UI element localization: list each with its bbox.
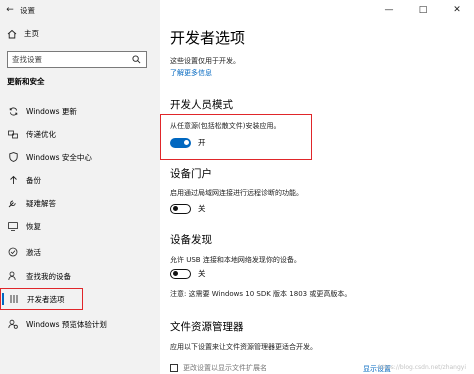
device-portal-toggle[interactable]: [170, 203, 191, 214]
app-title: 设置: [20, 5, 35, 15]
sidebar-item-label: Windows 安全中心: [26, 152, 92, 162]
sidebar-item-activation[interactable]: 激活: [0, 241, 160, 263]
delivery-icon: [8, 129, 18, 139]
watermark: https://blog.csdn.net/zhangyi: [378, 364, 466, 371]
file-extension-checkbox-row[interactable]: 更改设置以显示文件扩展名: [170, 363, 267, 373]
sidebar-item-find-my-device[interactable]: 查找我的设备: [0, 265, 160, 287]
sidebar-item-developer-options[interactable]: 开发者选项: [0, 288, 83, 310]
search-icon[interactable]: [132, 55, 141, 66]
person-location-icon: [8, 271, 18, 281]
minimize-button[interactable]: —: [372, 0, 406, 20]
developer-mode-toggle[interactable]: [170, 137, 191, 148]
title-bar: ← 设置 — □ ✕: [0, 0, 474, 20]
developer-mode-state: 开: [198, 138, 206, 147]
file-extension-checkbox[interactable]: [170, 364, 178, 372]
sidebar-item-label: 备份: [26, 175, 41, 185]
main-content: 开发者选项 这些设置仅用于开发。 了解更多信息 开发人员模式 从任意源(包括松散…: [160, 0, 474, 374]
window-controls: — □ ✕: [372, 0, 474, 20]
device-portal-title: 设备门户: [170, 168, 212, 180]
device-discovery-toggle-row: 关: [170, 268, 206, 279]
device-discovery-description: 允许 USB 连接和本地网络发现你的设备。: [170, 256, 301, 264]
sidebar-item-delivery-optimization[interactable]: 传递优化: [0, 123, 160, 145]
device-discovery-note: 注意: 这需要 Windows 10 SDK 版本 1803 或更高版本。: [170, 290, 352, 298]
shield-icon: [8, 152, 18, 162]
sidebar-item-label: 开发者选项: [27, 294, 65, 304]
wrench-icon: [8, 198, 18, 208]
sidebar-item-troubleshoot[interactable]: 疑难解答: [0, 192, 160, 214]
developer-mode-title: 开发人员模式: [170, 99, 233, 111]
sidebar-item-label: 查找我的设备: [26, 271, 71, 281]
sidebar-item-label: 恢复: [26, 221, 41, 231]
sidebar-item-label: 激活: [26, 247, 41, 257]
developer-mode-toggle-row: 开: [170, 137, 206, 148]
home-icon: [7, 29, 17, 39]
learn-more-link[interactable]: 了解更多信息: [170, 68, 212, 78]
sidebar-item-recovery[interactable]: 恢复: [0, 215, 160, 237]
device-portal-toggle-row: 关: [170, 203, 206, 214]
sidebar-item-label: 传递优化: [26, 129, 56, 139]
search-box[interactable]: [7, 51, 147, 68]
device-portal-description: 启用通过局域网连接进行远程诊断的功能。: [170, 189, 303, 197]
insider-icon: [8, 319, 18, 329]
backup-icon: [8, 175, 18, 185]
sidebar-item-label: Windows 预览体验计划: [26, 319, 107, 329]
toggle-knob: [173, 271, 178, 276]
recovery-icon: [8, 221, 18, 231]
close-button[interactable]: ✕: [440, 0, 474, 20]
page-title: 开发者选项: [170, 29, 246, 47]
sidebar-home[interactable]: 主页: [7, 28, 39, 39]
developer-mode-description: 从任意源(包括松散文件)安装应用。: [170, 122, 281, 130]
search-input[interactable]: [12, 55, 130, 64]
back-arrow-icon[interactable]: ←: [0, 0, 20, 20]
sidebar-item-label: 疑难解答: [26, 198, 56, 208]
sidebar-item-windows-security[interactable]: Windows 安全中心: [0, 146, 160, 168]
developer-icon: [9, 294, 19, 304]
sync-icon: [8, 106, 18, 116]
sidebar-item-windows-update[interactable]: Windows 更新: [0, 100, 160, 122]
section-title: 更新和安全: [7, 77, 45, 86]
device-discovery-state: 关: [198, 269, 206, 278]
sidebar-item-backup[interactable]: 备份: [0, 169, 160, 191]
check-circle-icon: [8, 247, 18, 257]
toggle-knob: [173, 206, 178, 211]
sidebar: 主页 更新和安全 Windows 更新 传递优化 Windows 安全中心 备份…: [0, 0, 160, 374]
device-portal-state: 关: [198, 204, 206, 213]
home-label: 主页: [24, 29, 39, 38]
sidebar-item-insider-program[interactable]: Windows 预览体验计划: [0, 313, 160, 335]
sidebar-item-label: Windows 更新: [26, 106, 77, 116]
toggle-knob: [184, 140, 189, 145]
maximize-button[interactable]: □: [406, 0, 440, 20]
device-discovery-title: 设备发现: [170, 234, 212, 246]
device-discovery-toggle[interactable]: [170, 268, 191, 279]
file-explorer-description: 应用以下设置来让文件资源管理器更适合开发。: [170, 343, 317, 351]
file-explorer-title: 文件资源管理器: [170, 321, 244, 333]
file-extension-checkbox-label: 更改设置以显示文件扩展名: [183, 364, 267, 372]
intro-description: 这些设置仅用于开发。: [170, 57, 240, 65]
